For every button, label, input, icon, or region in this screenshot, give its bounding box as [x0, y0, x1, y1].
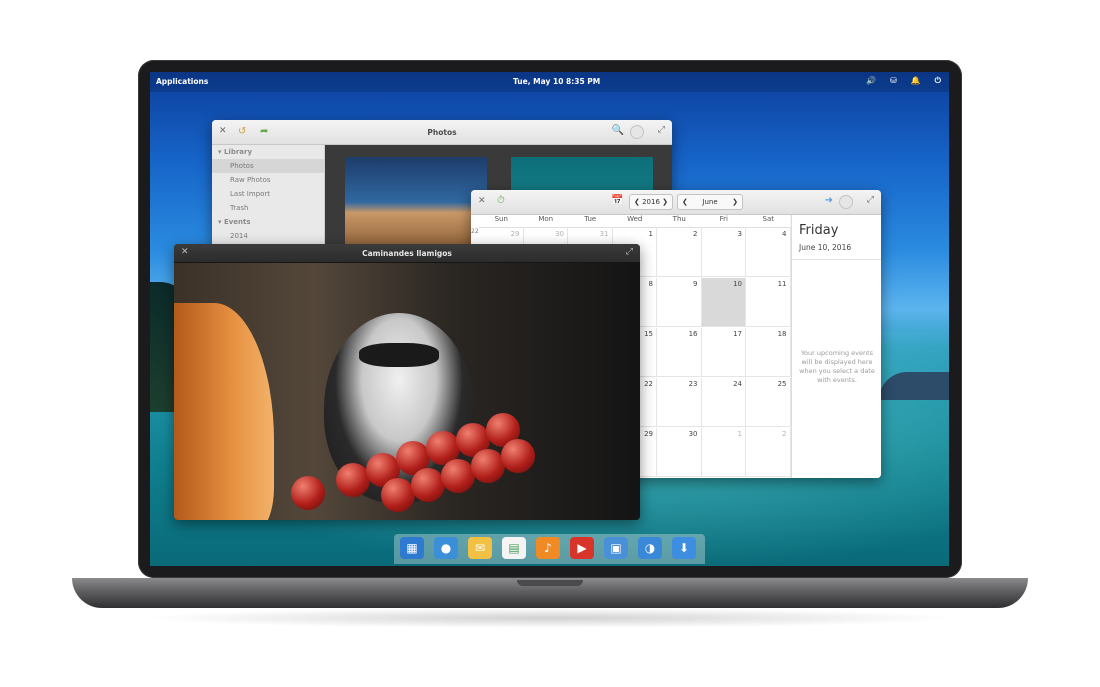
calendar-day-cell[interactable]: 18 [746, 328, 791, 377]
agenda-day: Friday [799, 223, 839, 238]
sidebar-item-raw-photos[interactable]: Raw Photos [212, 173, 324, 187]
music-icon[interactable]: ♪ [536, 537, 560, 559]
photos-sidebar: ▾ Library Photos Raw Photos Last Import … [212, 145, 325, 248]
panel-indicators: 🔊 ⛁ 🔔 ⏻ [866, 76, 941, 86]
calendar-day-cell[interactable]: 1 [701, 428, 746, 477]
week-number: 22 [471, 228, 479, 235]
video-prop [411, 468, 445, 502]
weekday-header: Wed [612, 215, 657, 228]
power-icon[interactable]: ⏻ [935, 76, 941, 86]
sidebar-item-last-import[interactable]: Last Import [212, 187, 324, 201]
calendar-day-cell[interactable]: 16 [657, 328, 702, 377]
sidebar-item-year[interactable]: 2014 [212, 229, 324, 243]
weekday-header: Fri [701, 215, 746, 228]
video-prop [441, 459, 475, 493]
video-character [359, 343, 439, 367]
weekday-header: Tue [568, 215, 613, 228]
agenda-date: June 10, 2016 [799, 243, 852, 252]
settings-icon[interactable]: ◑ [638, 537, 662, 559]
calendar-icon[interactable]: ▤ [502, 537, 526, 559]
mail-icon[interactable]: ✉ [468, 537, 492, 559]
video-prop [381, 478, 415, 512]
calendar-day-cell[interactable]: 24 [701, 378, 746, 427]
gear-icon[interactable] [839, 195, 853, 209]
calendar-day-cell[interactable]: 10 [701, 278, 746, 327]
search-icon[interactable]: 🔍 [612, 125, 624, 136]
video-prop [471, 449, 505, 483]
volume-icon[interactable]: 🔊 [866, 76, 876, 86]
chevron-left-icon[interactable]: ❮ [682, 198, 688, 206]
weekday-header: Sat [746, 215, 791, 228]
weekday-header: Sun [479, 215, 524, 228]
chevron-right-icon[interactable]: ❯ [732, 198, 738, 206]
close-icon[interactable]: ✕ [478, 196, 486, 206]
panel-clock[interactable]: Tue, May 10 8:35 PM [513, 77, 600, 86]
agenda-empty-message: Your upcoming events will be displayed h… [799, 349, 875, 384]
sidebar-heading-library[interactable]: ▾ Library [212, 145, 324, 159]
window-title: Photos [427, 128, 457, 137]
weekday-header: Thu [657, 215, 702, 228]
laptop-notch [517, 580, 583, 586]
sidebar-item-photos[interactable]: Photos [212, 159, 324, 173]
video-frame[interactable] [174, 263, 640, 520]
laptop-shadow [140, 608, 960, 628]
window-title: Caminandes llamigos [362, 249, 452, 258]
calendar-day-cell[interactable]: 17 [701, 328, 746, 377]
photo-thumbnail[interactable] [345, 157, 487, 247]
dock: ▦ ● ✉ ▤ ♪ ▶ ▣ ◑ ⬇ [394, 534, 705, 564]
export-icon[interactable]: ➜ [825, 195, 833, 206]
agenda-panel: Friday June 10, 2016 Your upcoming event… [791, 215, 881, 478]
add-event-icon[interactable]: ⏱ [497, 195, 505, 206]
divider [792, 259, 881, 260]
sidebar-heading-events[interactable]: ▾ Events [212, 215, 324, 229]
calendar-day-cell[interactable]: 2 [746, 428, 791, 477]
desktop-screen: Applications Tue, May 10 8:35 PM 🔊 ⛁ 🔔 ⏻… [150, 72, 949, 566]
sidebar-item-trash[interactable]: Trash [212, 201, 324, 215]
month-switcher[interactable]: ❮ June ❯ [677, 194, 743, 210]
network-icon[interactable]: ⛁ [890, 76, 897, 86]
multitasking-view-icon[interactable]: ▦ [400, 537, 424, 559]
year-label: 2016 [642, 198, 660, 206]
photos-titlebar: ✕ ↺ ➦ Photos 🔍 ⤢ [212, 120, 672, 145]
applications-menu[interactable]: Applications [156, 77, 208, 86]
web-browser-icon[interactable]: ● [434, 537, 458, 559]
maximize-icon[interactable]: ⤢ [658, 125, 665, 135]
year-switcher[interactable]: ❮ 2016 ❯ [629, 194, 673, 210]
video-prop [336, 463, 370, 497]
calendar-day-cell[interactable]: 2 [657, 228, 702, 277]
calendar-titlebar: ✕ ⏱ 📅 ❮ 2016 ❯ ❮ June ❯ ➜ ⤢ [471, 190, 881, 215]
video-character [174, 303, 274, 520]
appcenter-icon[interactable]: ⬇ [672, 537, 696, 559]
maximize-icon[interactable]: ⤢ [867, 195, 874, 205]
calendar-day-cell[interactable]: 25 [746, 378, 791, 427]
calendar-day-cell[interactable]: 3 [701, 228, 746, 277]
photos-icon[interactable]: ▣ [604, 537, 628, 559]
today-icon[interactable]: 📅 [611, 195, 623, 206]
video-window: ✕ Caminandes llamigos ⤢ [174, 244, 640, 520]
chevron-left-icon[interactable]: ❮ [634, 198, 640, 206]
notifications-icon[interactable]: 🔔 [911, 76, 921, 86]
calendar-day-cell[interactable]: 9 [657, 278, 702, 327]
month-label: June [702, 198, 718, 206]
video-prop [501, 439, 535, 473]
videos-icon[interactable]: ▶ [570, 537, 594, 559]
video-titlebar: ✕ Caminandes llamigos ⤢ [174, 244, 640, 263]
calendar-day-cell[interactable]: 4 [746, 228, 791, 277]
calendar-day-cell[interactable]: 11 [746, 278, 791, 327]
top-panel: Applications Tue, May 10 8:35 PM 🔊 ⛁ 🔔 ⏻ [150, 72, 949, 92]
calendar-day-cell[interactable]: 30 [657, 428, 702, 477]
maximize-icon[interactable]: ⤢ [626, 247, 633, 257]
video-prop [291, 476, 325, 510]
calendar-day-cell[interactable]: 23 [657, 378, 702, 427]
chevron-right-icon[interactable]: ❯ [662, 198, 668, 206]
gear-icon[interactable] [630, 125, 644, 139]
weekday-header: Mon [523, 215, 568, 228]
